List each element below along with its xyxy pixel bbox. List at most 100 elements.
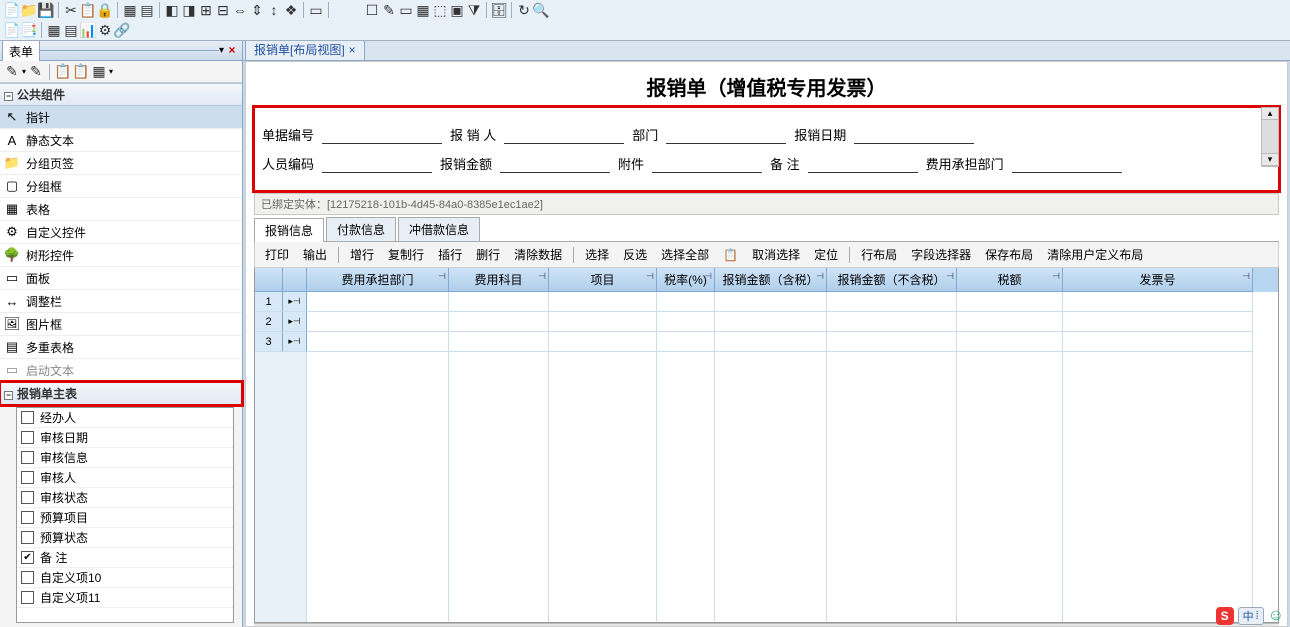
component-item[interactable]: ▭启动文本 xyxy=(0,359,242,382)
field-item[interactable]: 自定义项11 xyxy=(17,588,233,608)
toolbar-icon[interactable]: ⊞ xyxy=(198,2,214,18)
header-field-input[interactable] xyxy=(652,155,762,173)
pin-icon[interactable]: ⊣ xyxy=(538,271,546,282)
grid-toolbar-button[interactable]: 选择全部 xyxy=(655,244,715,265)
header-field-input[interactable] xyxy=(1012,155,1122,173)
grid-cell[interactable] xyxy=(827,292,957,312)
toolbar-icon[interactable]: ▭ xyxy=(398,2,414,18)
scroll-up-icon[interactable]: ▴ xyxy=(1262,108,1278,120)
scroll-down-icon[interactable]: ▾ xyxy=(1262,154,1278,166)
inner-tab[interactable]: 付款信息 xyxy=(326,217,396,241)
grid-icon[interactable]: ▦ xyxy=(91,64,107,80)
grid-cell[interactable] xyxy=(307,292,449,312)
toolbar-icon[interactable]: ◨ xyxy=(181,2,197,18)
grid-cell[interactable] xyxy=(307,332,449,352)
grid-cell[interactable] xyxy=(715,332,827,352)
toolbar-icon[interactable]: ▤ xyxy=(139,2,155,18)
grid-cell[interactable] xyxy=(1063,292,1253,312)
edit-icon[interactable]: ✎ xyxy=(28,64,44,80)
toolbar-icon[interactable]: 🗄 xyxy=(491,2,507,18)
pin-icon[interactable]: ⊣ xyxy=(946,271,954,282)
grid-cell[interactable] xyxy=(549,332,657,352)
grid-cell[interactable] xyxy=(449,292,549,312)
field-item[interactable]: 预算状态 xyxy=(17,528,233,548)
grid-toolbar-button[interactable]: 📋 xyxy=(717,246,744,264)
grid-cell[interactable] xyxy=(1063,312,1253,332)
toolbar-icon[interactable]: ✎ xyxy=(381,2,397,18)
collapse-icon[interactable]: − xyxy=(4,92,13,101)
toolbar-icon[interactable]: 📑 xyxy=(21,22,37,38)
grid-column-header[interactable]: 费用科目⊣ xyxy=(449,268,549,292)
pin-icon[interactable]: ⊣ xyxy=(1052,271,1060,282)
collapse-icon[interactable]: − xyxy=(4,391,13,400)
grid-cell[interactable] xyxy=(307,312,449,332)
doc-tab[interactable]: 报销单[布局视图]× xyxy=(245,41,365,60)
field-item[interactable]: 预算项目 xyxy=(17,508,233,528)
pin-icon[interactable]: ⊣ xyxy=(1242,271,1250,282)
grid-column-header[interactable]: 税额⊣ xyxy=(957,268,1063,292)
inner-tab[interactable]: 冲借款信息 xyxy=(398,217,480,241)
toolbar-icon[interactable]: ▦ xyxy=(415,2,431,18)
grid-toolbar-button[interactable]: 复制行 xyxy=(382,244,430,265)
toolbar-icon[interactable]: ⬚ xyxy=(432,2,448,18)
toolbar-icon[interactable]: 🔒 xyxy=(97,2,113,18)
grid-marker-cell[interactable]: ▸⊣ xyxy=(283,312,307,332)
checkbox[interactable] xyxy=(21,451,34,464)
horizontal-scrollbar[interactable]: ◂ ▸ xyxy=(254,623,1279,627)
filter-icon[interactable]: ⧩ xyxy=(466,2,482,18)
grid-cell[interactable] xyxy=(1063,332,1253,352)
grid-cell[interactable] xyxy=(957,312,1063,332)
grid-cell[interactable] xyxy=(827,332,957,352)
grid-toolbar-button[interactable]: 清除数据 xyxy=(508,244,568,265)
grid-toolbar-button[interactable]: 反选 xyxy=(617,244,653,265)
checkbox[interactable] xyxy=(21,511,34,524)
component-item[interactable]: 📁分组页签 xyxy=(0,152,242,175)
grid-column-header[interactable]: 项目⊣ xyxy=(549,268,657,292)
inner-tab[interactable]: 报销信息 xyxy=(254,218,324,242)
grid-column-header[interactable]: 费用承担部门⊣ xyxy=(307,268,449,292)
component-item[interactable]: ⚙自定义控件 xyxy=(0,221,242,244)
grid-marker-cell[interactable]: ▸⊣ xyxy=(283,332,307,352)
field-item[interactable]: ✔备 注 xyxy=(17,548,233,568)
grid-toolbar-button[interactable]: 定位 xyxy=(808,244,844,265)
grid-toolbar-button[interactable]: 字段选择器 xyxy=(905,244,977,265)
toolbar-icon[interactable]: 📄 xyxy=(4,2,20,18)
toolbar-icon[interactable]: ⚙ xyxy=(97,22,113,38)
field-item[interactable]: 经办人 xyxy=(17,408,233,428)
panel-close-button[interactable]: × xyxy=(224,43,240,59)
toolbar-icon[interactable]: ▦ xyxy=(122,2,138,18)
component-item[interactable]: 🌳树形控件 xyxy=(0,244,242,267)
grid-cell[interactable] xyxy=(657,312,715,332)
header-field-input[interactable] xyxy=(322,126,442,144)
grid-toolbar-button[interactable]: 清除用户定义布局 xyxy=(1041,244,1149,265)
checkbox[interactable] xyxy=(21,431,34,444)
toolbar-icon[interactable]: ❖ xyxy=(283,2,299,18)
grid-toolbar-button[interactable]: 打印 xyxy=(259,244,295,265)
component-item[interactable]: ↔调整栏 xyxy=(0,290,242,313)
toolbar-icon[interactable]: ▦ xyxy=(46,22,62,38)
checkbox[interactable] xyxy=(21,591,34,604)
grid-toolbar-button[interactable]: 删行 xyxy=(470,244,506,265)
field-item[interactable]: 自定义项10 xyxy=(17,568,233,588)
grid-toolbar-button[interactable]: 输出 xyxy=(297,244,333,265)
checkbox[interactable] xyxy=(21,411,34,424)
pin-icon[interactable]: ⊣ xyxy=(646,271,654,282)
ime-badge[interactable]: S xyxy=(1216,607,1234,625)
toolbar-icon[interactable]: 📋 xyxy=(80,2,96,18)
component-item[interactable]: ▢分组框 xyxy=(0,175,242,198)
close-icon[interactable]: × xyxy=(349,43,356,57)
section-header-components[interactable]: −公共组件 xyxy=(0,83,242,106)
component-item[interactable]: ▭面板 xyxy=(0,267,242,290)
toolbar-icon[interactable]: ▭ xyxy=(308,2,324,18)
grid-cell[interactable] xyxy=(715,292,827,312)
field-item[interactable]: 审核状态 xyxy=(17,488,233,508)
grid-cell[interactable] xyxy=(957,292,1063,312)
copy-icon[interactable]: 📋 xyxy=(55,64,71,80)
component-item[interactable]: ↖指针 xyxy=(0,106,242,129)
toolbar-icon[interactable]: ✂ xyxy=(63,2,79,18)
toolbar-icon[interactable]: ⇕ xyxy=(249,2,265,18)
pin-icon[interactable]: ⊣ xyxy=(816,271,824,282)
toolbar-icon[interactable]: 📁 xyxy=(21,2,37,18)
pin-icon[interactable]: ⊣ xyxy=(438,271,446,282)
field-item[interactable]: 审核日期 xyxy=(17,428,233,448)
